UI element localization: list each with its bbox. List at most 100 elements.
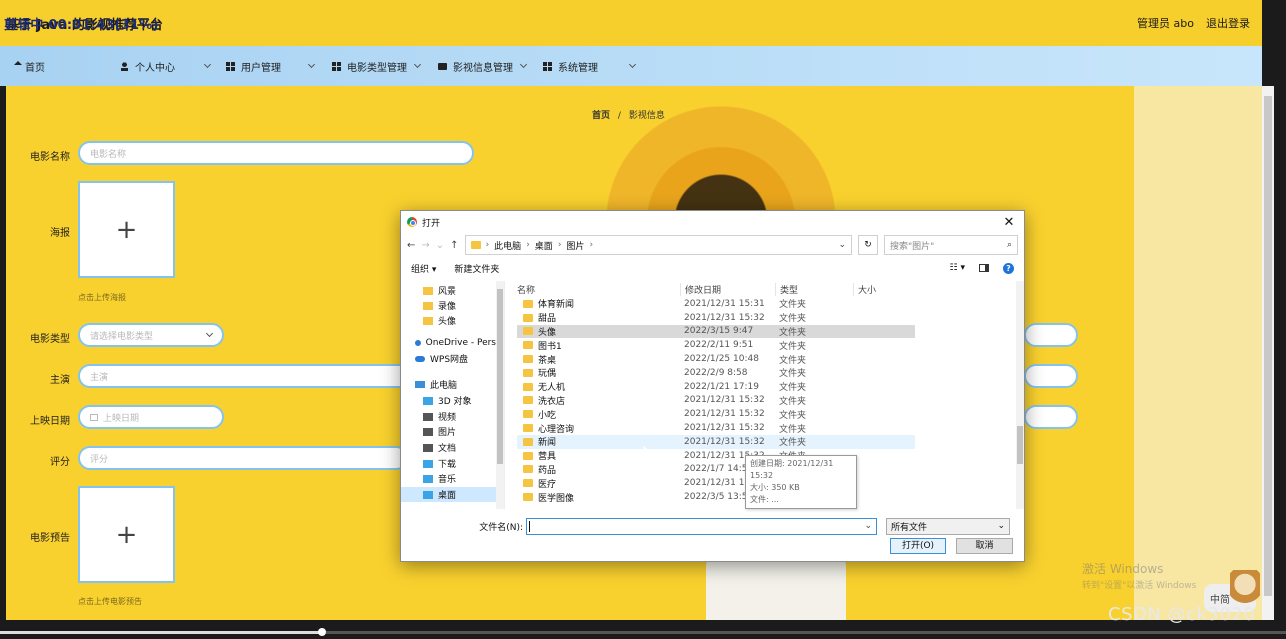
file-date: 2021/12/31 15:32 [684, 423, 765, 434]
tree-item[interactable]: 风景 [401, 283, 496, 298]
filetype-select[interactable]: 所有文件 ⌄ [886, 517, 1010, 535]
tree-item[interactable]: 此电脑 [401, 377, 496, 392]
column-name[interactable]: 名称 [505, 283, 680, 296]
tree-scrollbar[interactable] [496, 281, 504, 509]
movie-type-select[interactable]: 请选择电影类型 [78, 323, 224, 347]
folder-icon [523, 299, 533, 308]
video-progress-knob[interactable] [318, 628, 326, 636]
column-type[interactable]: 类型 [775, 282, 853, 296]
file-row[interactable]: 无人机 2022/1/21 17:19 文件夹 [517, 380, 915, 394]
release-date-input[interactable]: 上映日期 [78, 405, 224, 429]
folder-icon [523, 368, 533, 377]
nav-item-profile[interactable]: 个人中心 [120, 46, 212, 86]
trailer-label: 电影预告 [30, 533, 70, 544]
path-separator: › [485, 240, 490, 250]
chevron-down-icon[interactable]: ⌄ [864, 521, 872, 531]
tree-item[interactable]: 头像 [401, 313, 496, 328]
help-icon[interactable]: ? [1003, 262, 1014, 274]
top-header: 基于 Java 的影视推荐平台 管理员 abo 退出登录 [0, 0, 1262, 46]
nav-label: 电影类型管理 [347, 62, 407, 74]
preview-pane-icon[interactable] [979, 264, 989, 272]
right-field-1[interactable] [1024, 323, 1078, 347]
dialog-body: 风景 录像 头像 OneDrive - Pers WPS网盘此电脑 3D 对象 视频 图片 文档… [401, 281, 1024, 509]
cancel-button[interactable]: 取消 [956, 538, 1013, 554]
file-row[interactable]: 茶桌 2022/1/25 10:48 文件夹 [517, 352, 915, 366]
folder-icon [523, 410, 533, 419]
right-field-2[interactable] [1024, 364, 1078, 388]
dark-icon [423, 443, 433, 452]
new-folder-button[interactable]: 新建文件夹 [454, 262, 499, 275]
movie-name-label: 电影名称 [30, 152, 70, 163]
file-name-cell: 药品 [517, 463, 680, 476]
back-arrow-icon[interactable]: ← [407, 240, 415, 251]
trailer-upload-button[interactable]: + [78, 486, 175, 583]
nav-item-users[interactable]: 用户管理 [226, 46, 316, 86]
file-row[interactable]: 玩偶 2022/2/9 8:58 文件夹 [517, 366, 915, 380]
file-list-scrollbar-thumb[interactable] [1017, 426, 1023, 464]
open-button[interactable]: 打开(O) [890, 538, 946, 554]
refresh-button[interactable]: ↻ [858, 235, 878, 255]
file-row[interactable]: 体育新闻 2021/12/31 15:31 文件夹 [517, 297, 915, 311]
address-bar[interactable]: › 此电脑 › 桌面 › 图片 › ⌄ [464, 235, 852, 255]
file-name-cell: 心理咨询 [517, 422, 680, 435]
file-row[interactable]: 洗衣店 2021/12/31 15:32 文件夹 [517, 394, 915, 408]
search-input[interactable]: 搜索"图片" ⌕ [884, 235, 1018, 255]
chevron-down-icon [413, 60, 422, 69]
poster-upload-button[interactable]: + [78, 181, 175, 278]
tree-item[interactable]: 文档 [401, 440, 496, 455]
tree-item[interactable]: OneDrive - Pers [401, 335, 496, 350]
file-date: 2021/12/31 15:32 [684, 395, 765, 406]
column-date[interactable]: 修改日期 [680, 282, 775, 296]
tree-item[interactable]: 3D 对象 [401, 393, 496, 408]
tree-item[interactable]: 录像 [401, 298, 496, 313]
tree-item[interactable]: 下载 [401, 456, 496, 471]
path-segment[interactable]: 桌面 [535, 239, 553, 252]
nav-item-movie-info[interactable]: 影视信息管理 [438, 46, 528, 86]
file-date: 2022/2/9 8:58 [684, 367, 748, 378]
tree-item[interactable]: 图片 [401, 424, 496, 439]
tree-item[interactable]: 桌面 [401, 487, 496, 502]
score-input[interactable]: 评分 [78, 446, 408, 470]
chevron-down-icon[interactable]: ⌄ [838, 240, 846, 250]
page-scrollbar-thumb[interactable] [1264, 96, 1272, 596]
forward-arrow-icon[interactable]: → [421, 240, 429, 251]
organize-button[interactable]: 组织 ▾ [411, 262, 436, 275]
right-field-3[interactable] [1024, 405, 1078, 429]
grid-icon [543, 61, 552, 71]
file-row[interactable]: 图书1 2022/2/11 9:51 文件夹 [517, 338, 915, 352]
file-row[interactable]: 头像 2022/3/15 9:47 文件夹 [517, 324, 915, 339]
user-label[interactable]: 管理员 abo [1137, 15, 1194, 31]
path-segment[interactable]: 此电脑 [494, 239, 521, 252]
path-segment[interactable]: 图片 [566, 239, 584, 252]
tree-item[interactable]: WPS网盘 [401, 351, 496, 366]
movie-name-input[interactable]: 电影名称 [78, 141, 474, 165]
nav-item-system[interactable]: 系统管理 [543, 46, 637, 86]
nav-item-movie-types[interactable]: 电影类型管理 [332, 46, 422, 86]
file-name: 心理咨询 [538, 424, 575, 435]
breadcrumb-home[interactable]: 首页 [592, 111, 610, 121]
tree-item-label: 下载 [438, 460, 457, 470]
dialog-close-button[interactable]: ✕ [994, 215, 1024, 230]
chrome-icon [407, 217, 417, 227]
filename-input[interactable]: ⌄ [526, 517, 877, 535]
nav-label: 用户管理 [241, 62, 281, 74]
file-row[interactable]: 心理咨询 2021/12/31 15:32 文件夹 [517, 421, 915, 435]
file-row[interactable]: 新闻 2021/12/31 15:32 文件夹 [517, 434, 915, 449]
refresh-icon: ↻ [864, 240, 872, 250]
video-progress-bar[interactable] [0, 628, 1286, 636]
column-size[interactable]: 大小 [853, 282, 913, 296]
nav-item-home[interactable]: 首页 [14, 46, 45, 86]
tree-item[interactable]: 音乐 [401, 471, 496, 486]
tree-scrollbar-thumb[interactable] [497, 289, 503, 464]
shiba-sticker-image [1230, 570, 1260, 606]
file-row[interactable]: 甜品 2021/12/31 15:32 文件夹 [517, 311, 915, 325]
tree-item[interactable]: 视频 [401, 409, 496, 424]
page-scrollbar[interactable] [1262, 86, 1274, 620]
up-arrow-icon[interactable]: ↑ [450, 240, 458, 251]
logout-link[interactable]: 退出登录 [1206, 15, 1250, 31]
file-list-scrollbar[interactable] [1016, 281, 1024, 509]
file-row[interactable]: 小吃 2021/12/31 15:32 文件夹 [517, 407, 915, 421]
view-options-icon[interactable]: ☷ ▾ [950, 263, 965, 273]
recent-chevron-icon[interactable]: ⌄ [436, 240, 444, 251]
search-placeholder: 搜索"图片" [890, 241, 935, 252]
